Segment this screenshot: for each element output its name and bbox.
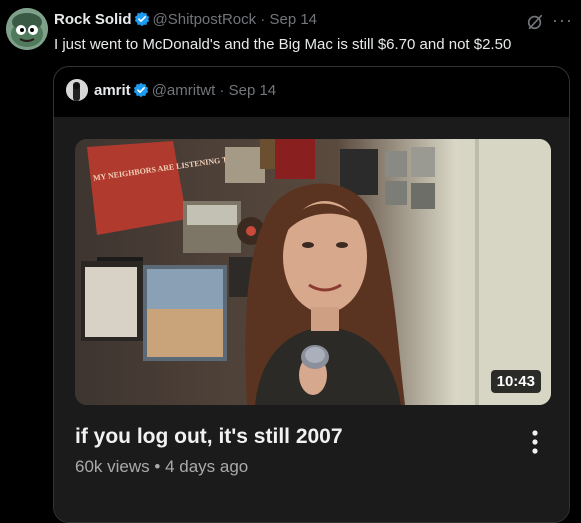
tweet-date[interactable]: Sep 14 bbox=[269, 11, 317, 28]
author-handle[interactable]: @ShitpostRock bbox=[153, 11, 257, 28]
quoted-tweet[interactable]: amrit @amritwt · Sep 14 MY NEIGHBORS ARE… bbox=[53, 66, 570, 523]
more-options-icon[interactable]: ··· bbox=[552, 10, 573, 31]
video-meta: 60k views • 4 days ago bbox=[75, 457, 248, 477]
quoted-author-handle[interactable]: @amritwt bbox=[152, 82, 216, 99]
grok-icon[interactable] bbox=[526, 13, 544, 31]
quoted-header-separator: · bbox=[219, 82, 225, 99]
author-avatar[interactable] bbox=[6, 8, 48, 50]
quoted-author-name[interactable]: amrit bbox=[94, 82, 131, 99]
header-separator: · bbox=[260, 11, 266, 28]
video-views: 60k views bbox=[75, 457, 150, 476]
author-name[interactable]: Rock Solid bbox=[54, 11, 132, 28]
tweet-text: I just went to McDonald's and the Big Ma… bbox=[54, 36, 512, 53]
quoted-author-avatar[interactable] bbox=[66, 79, 88, 101]
verified-badge-icon bbox=[133, 82, 148, 98]
tweet-header: Rock Solid @ShitpostRock · Sep 14 bbox=[54, 11, 317, 29]
video-card[interactable]: MY NEIGHBORS ARE LISTENING TO GREAT MUSI… bbox=[54, 117, 569, 522]
quoted-tweet-header: amrit @amritwt · Sep 14 bbox=[94, 82, 276, 100]
video-thumbnail[interactable]: MY NEIGHBORS ARE LISTENING TO GREAT MUSI… bbox=[75, 139, 551, 405]
quoted-tweet-date[interactable]: Sep 14 bbox=[229, 82, 277, 99]
video-title[interactable]: if you log out, it's still 2007 bbox=[75, 425, 343, 449]
video-menu-icon[interactable] bbox=[530, 429, 540, 455]
verified-badge-icon bbox=[134, 11, 149, 27]
video-age: 4 days ago bbox=[165, 457, 249, 476]
video-meta-separator: • bbox=[154, 457, 161, 476]
video-duration: 10:43 bbox=[490, 370, 541, 393]
